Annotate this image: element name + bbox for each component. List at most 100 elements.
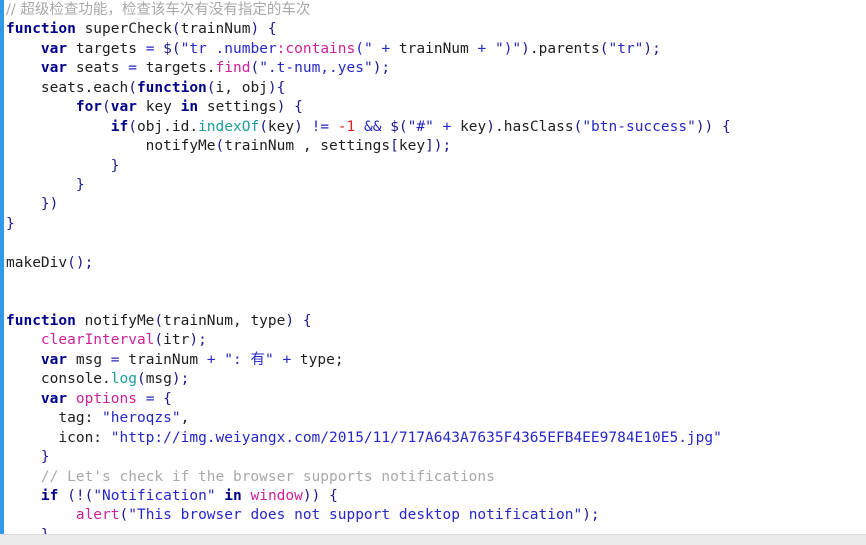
keyword-token: in <box>224 487 242 504</box>
plain-token: trainNum , settings <box>224 138 391 155</box>
punct-token: { <box>294 99 303 116</box>
keyword-token: if <box>110 118 129 135</box>
string-token: ": 有" <box>224 351 274 368</box>
plain-token: key <box>136 99 181 116</box>
punct-token: { <box>302 313 312 329</box>
string-token: ".t-num,.yes" <box>259 60 373 77</box>
code-line: var options = { <box>6 390 731 409</box>
punct-token: ); <box>171 371 190 388</box>
comment-token: // 超级检查功能，检查该车次有没有指定的车次 <box>6 2 311 18</box>
plain-token: obj.id. <box>136 118 199 135</box>
string-token: "This browser does not support desktop n… <box>128 507 583 524</box>
method-token: indexOf <box>198 118 260 135</box>
punct-token: { <box>163 390 172 407</box>
code-line: var msg = trainNum + ": 有" + type; <box>6 351 731 370</box>
comment-token: // Let's check if the browser supports n… <box>40 468 495 485</box>
punct-token: ); <box>643 40 661 57</box>
punct-token: } <box>75 176 85 193</box>
code-line: console.log(msg); <box>6 370 731 389</box>
punct-token: $( <box>390 118 408 135</box>
plain-token: i, obj <box>215 79 268 96</box>
keyword-token: function <box>136 79 207 96</box>
operator-token: + <box>381 40 391 57</box>
function-token: options <box>75 390 137 407</box>
plain-token: key <box>451 118 487 135</box>
plain-token: trainNum <box>390 40 478 57</box>
punct-token: ( <box>102 99 111 116</box>
keyword-token: for <box>75 99 103 116</box>
punct-token: ) <box>294 118 303 135</box>
code-line: for(var key in settings) { <box>6 98 731 117</box>
punct-token: { <box>329 487 338 504</box>
code-block[interactable]: // 超级检查功能，检查该车次有没有指定的车次 function superChe… <box>6 1 731 545</box>
code-line: var targets = $("tr .number:contains(" +… <box>6 40 731 59</box>
plain-token: type; <box>291 351 344 368</box>
pseudo-selector-token: :contains <box>276 40 356 57</box>
code-line: notifyMe(trainNum , settings[key]); <box>6 137 731 156</box>
punct-token: $( <box>163 40 181 57</box>
code-line: makeDiv(); <box>6 254 731 273</box>
punct-token: ( <box>128 79 137 96</box>
plain-token: makeDiv <box>6 254 68 271</box>
method-token: log <box>110 371 137 388</box>
punct-token: ) <box>285 313 295 329</box>
keyword-token: function <box>6 21 76 38</box>
code-line: }) <box>6 195 731 214</box>
keyword-token: if <box>40 487 59 504</box>
keyword-token: function <box>6 313 76 329</box>
code-line: // Let's check if the browser supports n… <box>6 468 731 487</box>
number-token: -1 <box>337 118 356 135</box>
punct-token: ]); <box>425 138 452 155</box>
plain-token: key <box>398 138 426 155</box>
left-accent-bar <box>0 0 4 535</box>
punct-token: } <box>6 215 15 232</box>
punct-token: ( <box>573 118 583 135</box>
operator-token: = <box>128 60 137 77</box>
code-line: } <box>6 215 731 234</box>
code-line: } <box>6 157 731 176</box>
punct-token: ( <box>215 138 225 155</box>
punct-token: ( <box>206 79 216 96</box>
function-token: find <box>215 60 251 77</box>
punct-token: ( <box>259 118 268 135</box>
punct-token: ) <box>250 21 260 38</box>
operator-token: && <box>364 118 382 135</box>
operator-token: + <box>206 351 216 368</box>
punct-token: ( <box>250 60 260 77</box>
punct-token: ( <box>154 313 164 329</box>
plain-token: .parents <box>529 40 600 57</box>
punct-token: ( <box>136 371 146 388</box>
punct-token: )) <box>302 487 321 504</box>
keyword-token: var <box>40 60 68 77</box>
code-line: function notifyMe(trainNum, type) { <box>6 312 731 331</box>
punct-token: ( <box>119 507 129 524</box>
bottom-strip <box>0 534 866 545</box>
plain-token: seats <box>67 60 129 77</box>
operator-token: = <box>110 351 120 368</box>
plain-token: targets. <box>136 60 216 77</box>
code-line: tag: "heroqzs", <box>6 409 731 428</box>
punct-token: (); <box>67 254 94 271</box>
operator-token: + <box>477 40 487 57</box>
plain-token: settings <box>198 99 277 116</box>
plain-token: notifyMe <box>6 138 216 155</box>
